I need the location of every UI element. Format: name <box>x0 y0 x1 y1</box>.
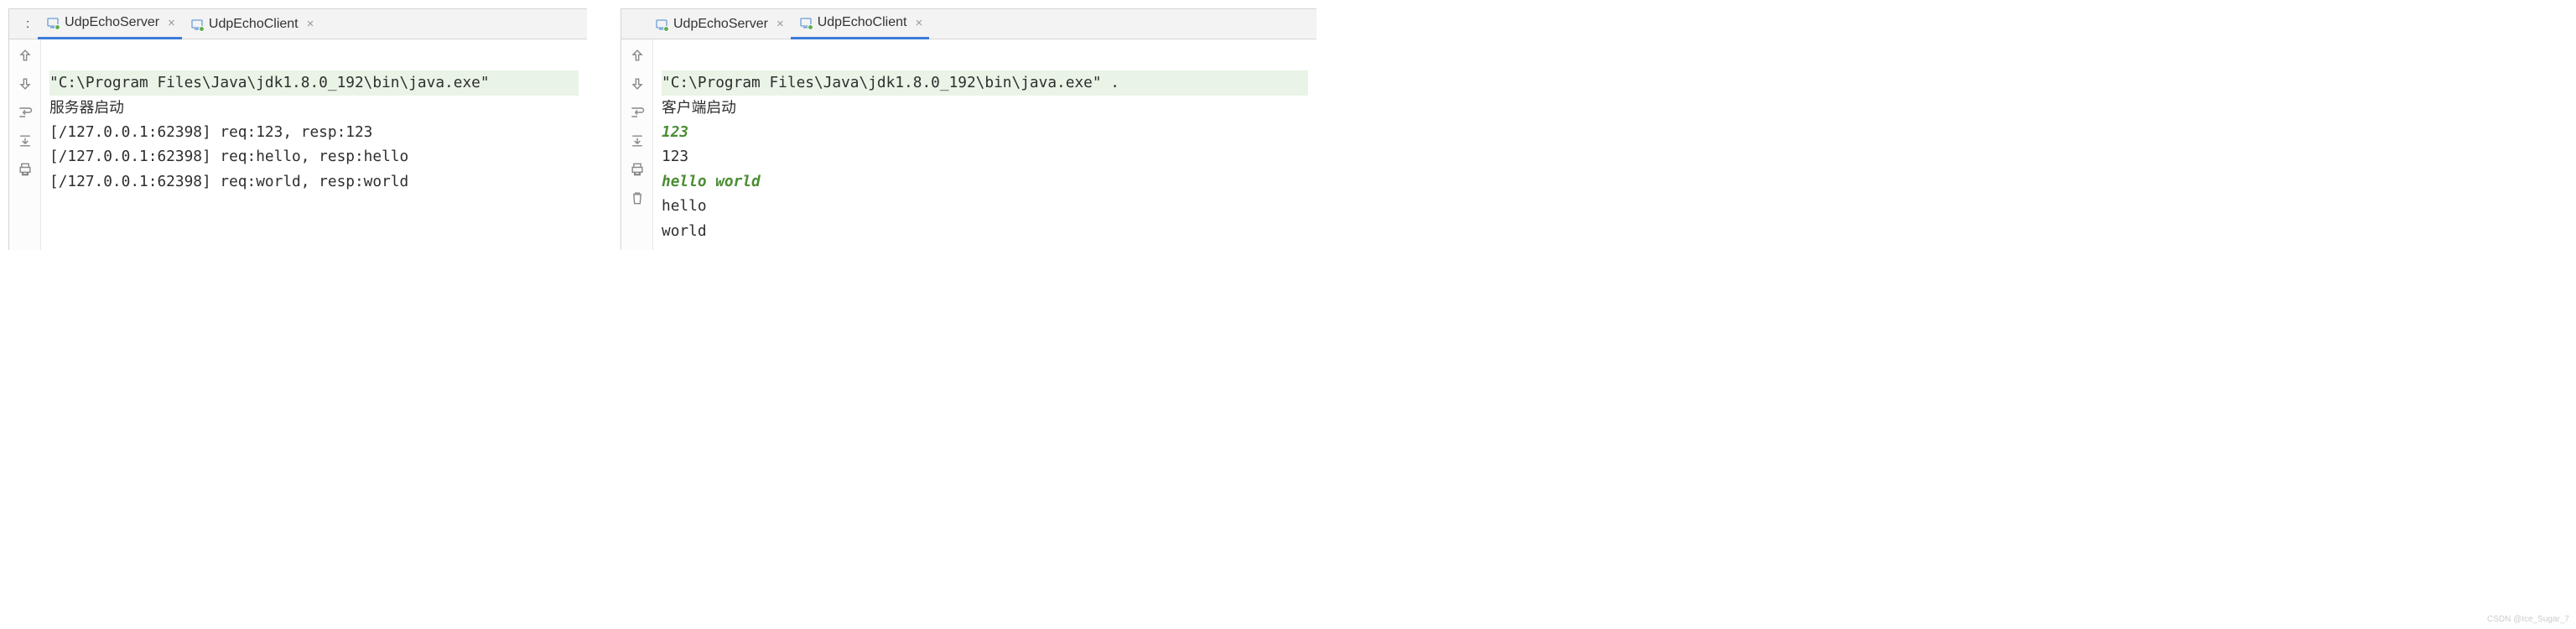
arrow-down-icon[interactable] <box>16 75 34 93</box>
run-config-icon <box>190 18 204 31</box>
run-config-icon <box>799 16 813 29</box>
watermark: CSDN @Ice_Sugar_7 <box>2487 615 2569 624</box>
tab-label: UdpEchoClient <box>818 15 907 30</box>
console-line: 客户端启动 <box>662 99 736 117</box>
console-line: 服务器启动 <box>49 99 124 117</box>
run-config-icon <box>655 18 668 31</box>
console-input-line: hello world <box>662 173 761 190</box>
tab-udpechoserver[interactable]: UdpEchoServer × <box>38 9 182 39</box>
tab-label: UdpEchoClient <box>209 17 299 32</box>
close-icon[interactable]: × <box>307 17 314 31</box>
console-line: [/127.0.0.1:62398] req:world, resp:world <box>49 173 408 190</box>
scroll-to-end-icon[interactable] <box>628 132 647 150</box>
close-icon[interactable]: × <box>168 16 175 30</box>
server-console-panel: : UdpEchoServer × UdpEchoClient × "C <box>8 8 587 250</box>
soft-wrap-icon[interactable] <box>628 103 647 122</box>
console-body: "C:\Program Files\Java\jdk1.8.0_192\bin\… <box>9 39 587 250</box>
tab-udpechoserver[interactable]: UdpEchoServer × <box>647 9 791 39</box>
console-input-line: 123 <box>662 123 688 141</box>
console-output[interactable]: "C:\Program Files\Java\jdk1.8.0_192\bin\… <box>653 39 1317 250</box>
gutter-toolbar <box>621 39 653 250</box>
print-icon[interactable] <box>16 160 34 179</box>
scroll-to-end-icon[interactable] <box>16 132 34 150</box>
console-body: "C:\Program Files\Java\jdk1.8.0_192\bin\… <box>621 39 1317 250</box>
client-console-panel: UdpEchoServer × UdpEchoClient × "C:\Prog… <box>621 8 1317 250</box>
console-line: world <box>662 222 707 240</box>
console-line: "C:\Program Files\Java\jdk1.8.0_192\bin\… <box>662 70 1308 95</box>
tab-label: UdpEchoServer <box>673 17 768 32</box>
console-line: hello <box>662 197 707 215</box>
run-config-icon <box>46 16 60 29</box>
console-line: 123 <box>662 148 688 165</box>
tab-bar: : UdpEchoServer × UdpEchoClient × <box>9 9 587 39</box>
console-line: [/127.0.0.1:62398] req:123, resp:123 <box>49 123 372 141</box>
tab-label: UdpEchoServer <box>65 15 159 30</box>
arrow-down-icon[interactable] <box>628 75 647 93</box>
console-line: [/127.0.0.1:62398] req:hello, resp:hello <box>49 148 408 165</box>
console-line: "C:\Program Files\Java\jdk1.8.0_192\bin\… <box>49 70 579 95</box>
arrow-up-icon[interactable] <box>628 46 647 65</box>
tab-udpechoclient[interactable]: UdpEchoClient × <box>182 9 321 39</box>
console-output[interactable]: "C:\Program Files\Java\jdk1.8.0_192\bin\… <box>41 39 587 250</box>
print-icon[interactable] <box>628 160 647 179</box>
close-icon[interactable]: × <box>915 16 922 30</box>
arrow-up-icon[interactable] <box>16 46 34 65</box>
tab-bar: UdpEchoServer × UdpEchoClient × <box>621 9 1317 39</box>
prefix-colon: : <box>26 17 29 31</box>
trash-icon[interactable] <box>628 189 647 207</box>
soft-wrap-icon[interactable] <box>16 103 34 122</box>
close-icon[interactable]: × <box>776 17 784 31</box>
gutter-toolbar <box>9 39 41 250</box>
tab-udpechoclient[interactable]: UdpEchoClient × <box>791 9 930 39</box>
